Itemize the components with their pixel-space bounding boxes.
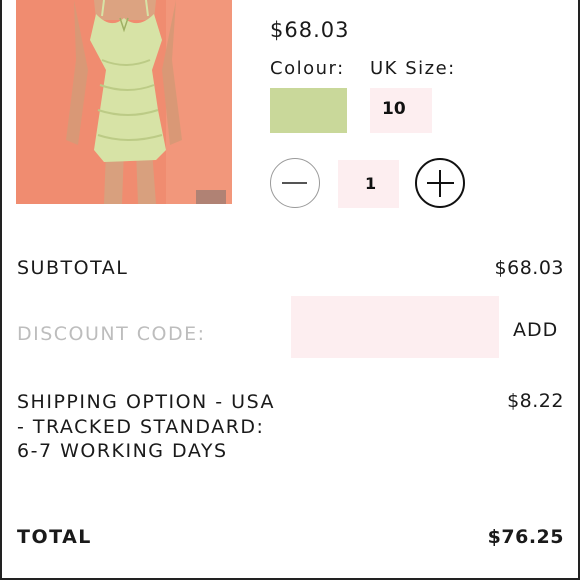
size-select[interactable]: 10 — [370, 88, 432, 133]
product-illustration — [16, 0, 232, 204]
decrease-quantity-button[interactable] — [270, 158, 320, 208]
size-value: 10 — [382, 99, 406, 119]
minus-icon — [282, 182, 307, 184]
subtotal-value: $68.03 — [494, 257, 564, 279]
product-image[interactable] — [16, 0, 232, 204]
shipping-option-label: SHIPPING OPTION - USA - TRACKED STANDARD… — [17, 391, 275, 462]
add-discount-button[interactable]: ADD — [513, 319, 558, 341]
quantity-value: 1 — [365, 174, 377, 193]
size-label: UK Size: — [370, 58, 456, 79]
subtotal-label: SUBTOTAL — [17, 257, 129, 279]
colour-swatch[interactable] — [270, 88, 347, 133]
increase-quantity-button[interactable] — [415, 158, 465, 208]
total-value: $76.25 — [487, 526, 564, 548]
colour-label: Colour: — [270, 58, 345, 79]
shipping-value: $8.22 — [507, 390, 564, 412]
frame-border-left — [0, 0, 2, 580]
cart-page: $68.03 Colour: UK Size: 10 1 SUBTOTAL $6… — [0, 0, 580, 580]
quantity-field[interactable]: 1 — [338, 160, 399, 208]
discount-code-input[interactable] — [291, 296, 499, 358]
product-price: $68.03 — [270, 18, 350, 42]
total-label: TOTAL — [17, 526, 92, 548]
discount-code-label: DISCOUNT CODE: — [17, 323, 206, 345]
